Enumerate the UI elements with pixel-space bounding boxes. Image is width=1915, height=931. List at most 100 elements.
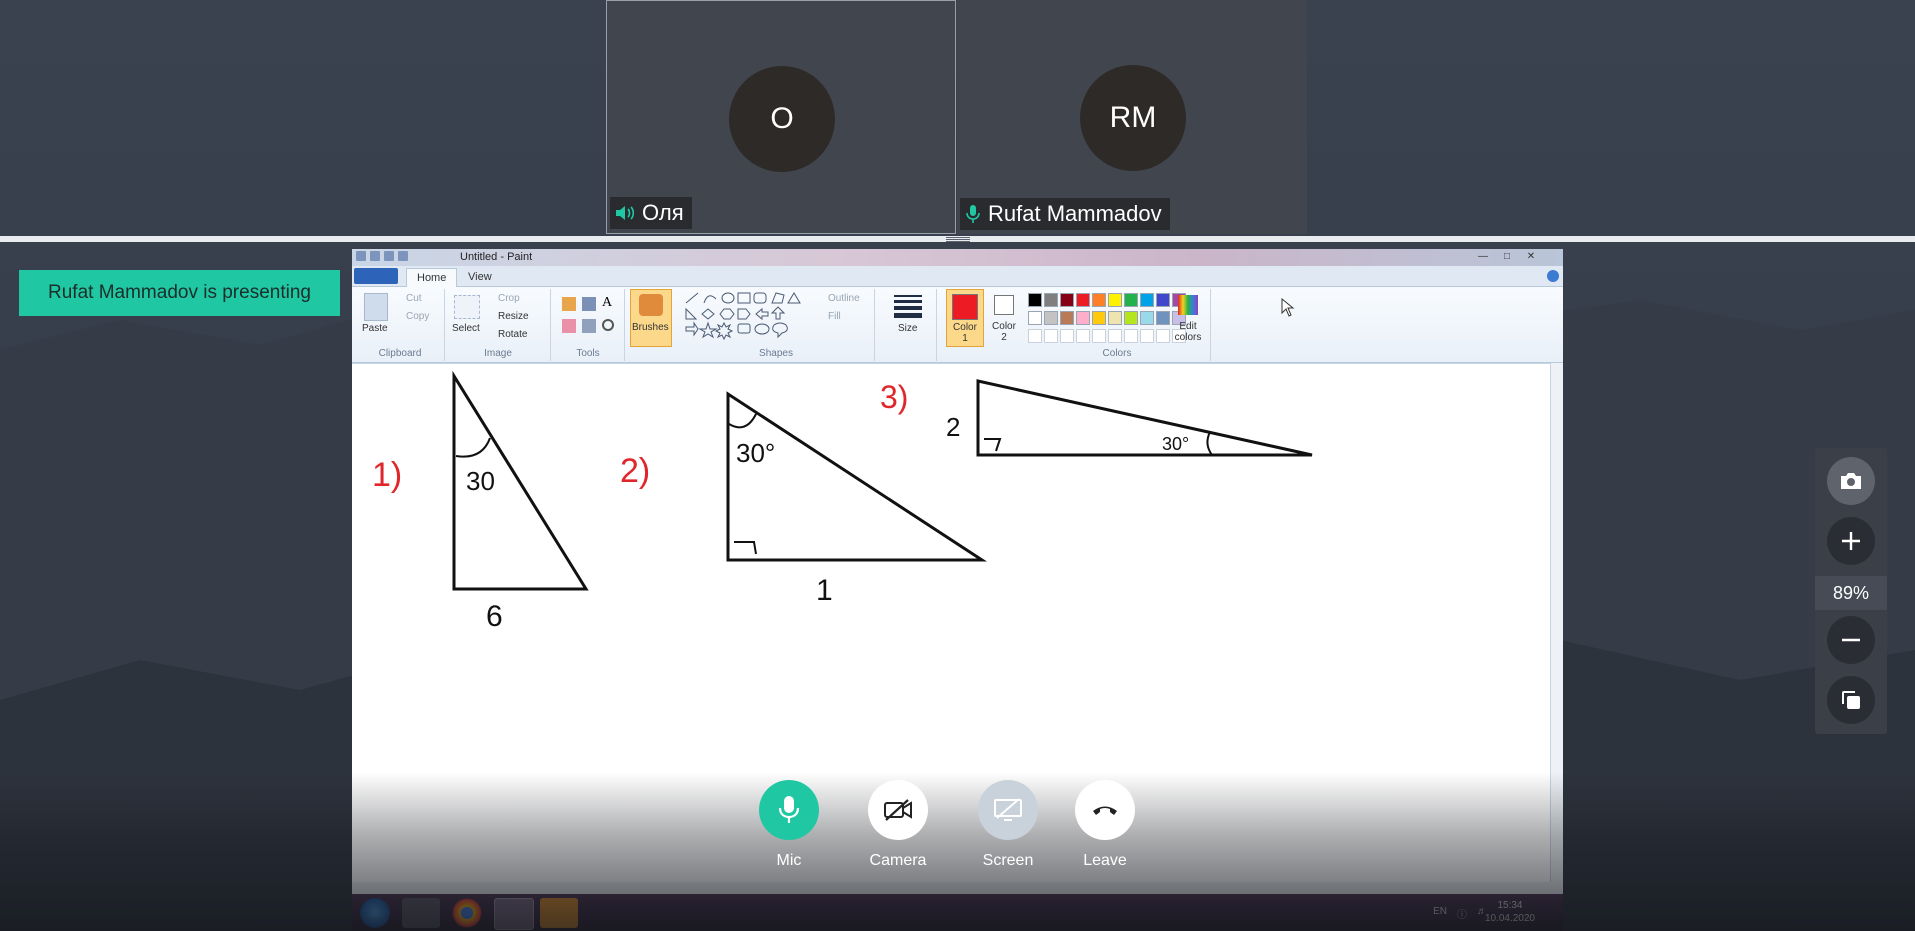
quick-access-toolbar[interactable] (356, 251, 408, 261)
custom-color-slot[interactable] (1156, 329, 1170, 343)
fill-button[interactable]: Fill (828, 311, 841, 322)
paste-button[interactable]: Paste (362, 323, 388, 334)
participant-name-tag: Оля (610, 197, 692, 229)
color-picker-icon[interactable] (582, 319, 596, 333)
edit-colors-button[interactable]: Edit colors (1170, 291, 1206, 347)
color-swatch[interactable] (1044, 293, 1058, 307)
camera-control[interactable]: Camera (858, 780, 938, 870)
resize-grip-icon[interactable] (946, 236, 970, 244)
color-swatch[interactable] (1124, 293, 1138, 307)
magnifier-icon[interactable] (602, 319, 614, 331)
color-swatch[interactable] (1124, 311, 1138, 325)
custom-color-slot[interactable] (1140, 329, 1154, 343)
paste-icon[interactable] (364, 293, 388, 321)
color-swatch[interactable] (1060, 311, 1074, 325)
crop-button[interactable]: Crop (498, 293, 520, 304)
brushes-label: Brushes (632, 322, 669, 333)
custom-color-slot[interactable] (1124, 329, 1138, 343)
size-button[interactable]: Size (898, 323, 917, 334)
mouse-cursor-icon (1281, 298, 1295, 317)
mic-control[interactable]: Mic (749, 780, 829, 870)
minimize-icon[interactable]: — (1471, 250, 1495, 263)
copy-button[interactable]: Copy (406, 311, 429, 322)
help-tray-icon[interactable]: ⓘ (1457, 906, 1467, 921)
rotate-button[interactable]: Rotate (498, 329, 527, 340)
custom-color-slot[interactable] (1092, 329, 1106, 343)
custom-color-slot[interactable] (1044, 329, 1058, 343)
cut-button[interactable]: Cut (406, 293, 422, 304)
color-swatch[interactable] (1060, 293, 1074, 307)
ribbon-tabs: Home View (352, 266, 1563, 287)
close-icon[interactable]: ✕ (1519, 250, 1543, 263)
color-swatch[interactable] (1092, 293, 1106, 307)
brushes-button[interactable]: Brushes (630, 289, 672, 347)
custom-color-slot[interactable] (1060, 329, 1074, 343)
select-icon[interactable] (454, 295, 480, 319)
pencil-icon[interactable] (562, 297, 576, 311)
color1-button[interactable]: Color 1 (946, 289, 984, 347)
app-icon[interactable] (540, 898, 578, 928)
windows-taskbar: EN ⓘ ♬ 15:34 10.04.2020 (352, 894, 1563, 931)
select-button[interactable]: Select (452, 323, 480, 334)
fit-screen-button[interactable] (1827, 676, 1875, 724)
custom-color-slot[interactable] (1028, 329, 1042, 343)
color-swatch[interactable] (1140, 311, 1154, 325)
paint-app-icon[interactable] (494, 898, 534, 930)
avatar: RM (1080, 65, 1186, 171)
color-swatch[interactable] (1028, 293, 1042, 307)
text-icon[interactable]: A (602, 295, 612, 311)
custom-color-slot[interactable] (1108, 329, 1122, 343)
vertical-scrollbar[interactable] (1550, 363, 1563, 882)
zoom-out-button[interactable] (1827, 616, 1875, 664)
participant-tile-rufat[interactable]: RM Rufat Mammadov (957, 0, 1307, 234)
edit-colors-label: Edit colors (1174, 321, 1202, 343)
leave-control[interactable]: Leave (1065, 780, 1145, 870)
color-swatch[interactable] (1076, 293, 1090, 307)
language-indicator[interactable]: EN (1433, 906, 1447, 921)
eraser-icon[interactable] (562, 319, 576, 333)
screenshot-button[interactable] (1827, 457, 1875, 505)
colors-group: Edit colors Colors (1024, 289, 1211, 361)
chrome-icon[interactable] (448, 898, 486, 928)
resize-button[interactable]: Resize (498, 311, 529, 322)
presenting-text: Rufat Mammadov is presenting (48, 282, 311, 303)
camera-button[interactable] (868, 780, 928, 840)
file-explorer-icon[interactable] (402, 898, 440, 928)
color-swatch[interactable] (1108, 311, 1122, 325)
size-lines-icon[interactable] (894, 295, 922, 318)
tools-group: A Tools (552, 289, 625, 361)
color1-label: Color 1 (953, 322, 977, 344)
file-menu-button[interactable] (354, 268, 398, 284)
color-swatch[interactable] (1108, 293, 1122, 307)
custom-color-slot[interactable] (1076, 329, 1090, 343)
start-button-icon[interactable] (356, 898, 394, 928)
leave-button[interactable] (1075, 780, 1135, 840)
color-swatch[interactable] (1156, 311, 1170, 325)
paint-canvas[interactable]: 1) 30 6 2) 30° 1 3) 2 30° (352, 363, 1550, 883)
clock[interactable]: 15:34 10.04.2020 (1485, 899, 1535, 925)
participant-tile-olya[interactable]: О Оля (606, 0, 956, 234)
mic-button[interactable] (759, 780, 819, 840)
maximize-icon[interactable]: □ (1495, 250, 1519, 263)
color-swatch[interactable] (1092, 311, 1106, 325)
window-title: Untitled - Paint (460, 251, 533, 263)
shapes-gallery[interactable] (684, 291, 812, 347)
screen-control[interactable]: Screen (968, 780, 1048, 870)
screen-button[interactable] (978, 780, 1038, 840)
horizontal-scrollbar[interactable] (352, 882, 1563, 894)
screen-label: Screen (982, 852, 1034, 869)
color-swatch[interactable] (1156, 293, 1170, 307)
help-icon[interactable] (1547, 270, 1559, 282)
outline-button[interactable]: Outline (828, 293, 860, 304)
color-swatch[interactable] (1044, 311, 1058, 325)
color2-button[interactable]: Color 2 (986, 289, 1022, 345)
tab-home[interactable]: Home (406, 268, 458, 287)
color-swatch[interactable] (1140, 293, 1154, 307)
color-swatch[interactable] (1076, 311, 1090, 325)
fill-icon[interactable] (582, 297, 596, 311)
triangle-2 (726, 391, 988, 562)
tab-view[interactable]: View (458, 268, 502, 286)
color-swatch[interactable] (1028, 311, 1042, 325)
zoom-in-button[interactable] (1827, 517, 1875, 565)
angle-arc-3 (1206, 431, 1213, 456)
